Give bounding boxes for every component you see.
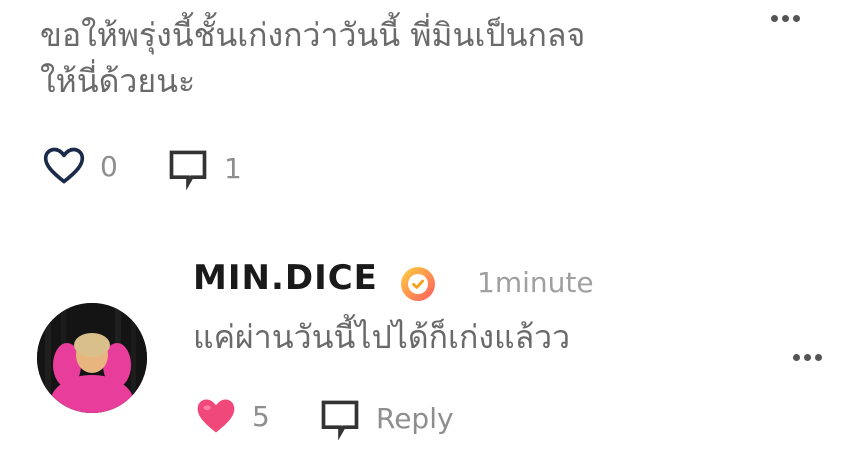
parent-comment-line-1: ขอให้พรุ่งนี้ชั้นเก่งกว่าวันนี้ พี่มินเป… — [40, 16, 586, 54]
reply-button[interactable]: Reply — [318, 396, 454, 440]
comment-timestamp: 1minute — [477, 266, 594, 299]
comment-icon — [169, 150, 207, 190]
parent-more-button[interactable] — [765, 8, 805, 28]
more-dots-icon — [770, 14, 778, 22]
more-dots-icon — [792, 353, 800, 361]
heart-filled-icon — [197, 399, 235, 433]
verified-badge-icon — [401, 267, 435, 301]
comment-icon — [321, 400, 359, 440]
reply-comment-text: แค่ผ่านวันนี้ไปได้ก็เก่งแล้วว — [193, 318, 571, 356]
reply-more-button[interactable] — [787, 347, 827, 367]
reply-button-label: Reply — [376, 401, 454, 435]
username[interactable]: MIN.DICE — [193, 258, 378, 298]
heart-outline-icon — [43, 147, 85, 184]
parent-comment-text: ขอให้พรุ่งนี้ชั้นเก่งกว่าวันนี้ พี่มินเป… — [40, 12, 720, 104]
parent-comment-line-2: ให้นี่ด้วยนะ — [40, 62, 196, 100]
parent-comment-count: 1 — [224, 151, 242, 185]
reply-like-count: 5 — [252, 399, 270, 433]
reply-like-button[interactable]: 5 — [194, 394, 270, 438]
parent-comment-button[interactable]: 1 — [166, 146, 242, 190]
parent-like-count: 0 — [100, 149, 118, 183]
avatar[interactable] — [37, 303, 147, 413]
parent-like-button[interactable]: 0 — [42, 144, 118, 188]
